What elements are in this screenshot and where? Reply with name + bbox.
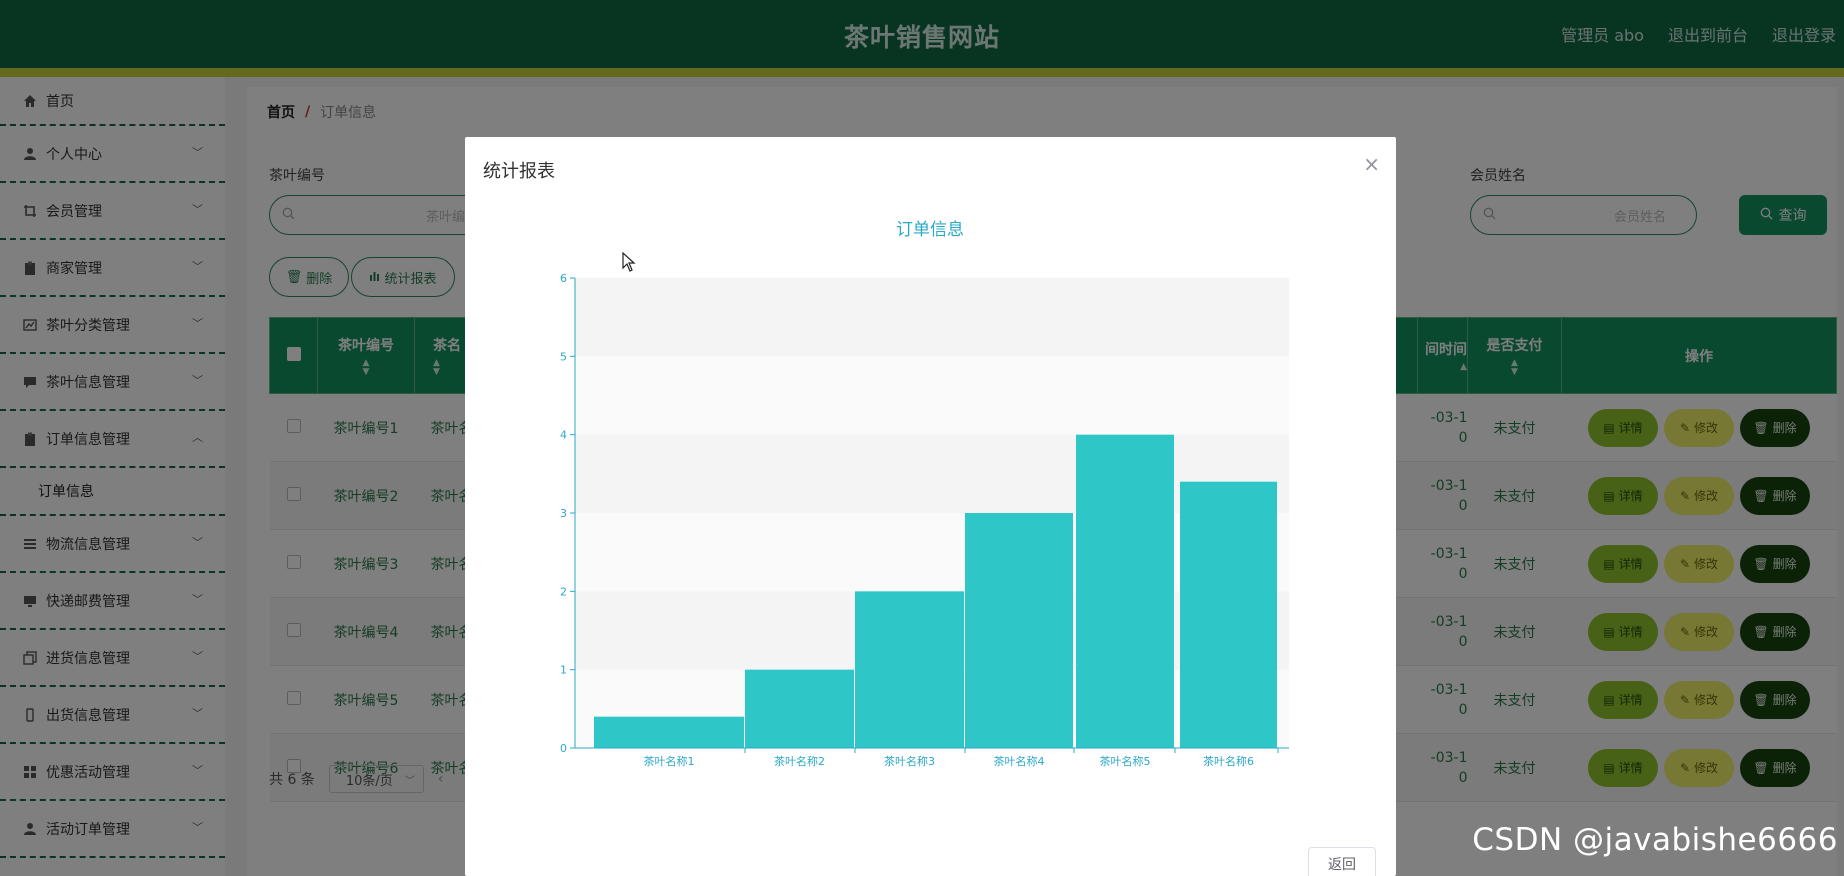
y-tick-label: 3 — [560, 507, 567, 520]
bar — [594, 716, 744, 748]
bar — [965, 513, 1073, 748]
watermark: CSDN @javabishe6666 — [1472, 822, 1838, 858]
x-tick-label: 茶叶名称2 — [774, 754, 825, 768]
grid-band — [575, 356, 1289, 435]
x-tick-label: 茶叶名称4 — [994, 754, 1045, 768]
y-tick-label: 6 — [560, 272, 567, 285]
bar — [745, 669, 854, 748]
x-tick-label: 茶叶名称1 — [644, 754, 695, 768]
bar — [1180, 481, 1277, 748]
grid-band — [575, 278, 1289, 357]
back-button[interactable]: 返回 — [1308, 847, 1376, 876]
y-tick-label: 1 — [560, 664, 567, 677]
x-tick-label: 茶叶名称3 — [884, 754, 935, 768]
bar — [1076, 434, 1174, 748]
x-tick-label: 茶叶名称6 — [1203, 754, 1254, 768]
close-icon[interactable]: × — [1363, 152, 1380, 176]
mouse-cursor-icon — [622, 251, 636, 276]
bar-chart: 订单信息 0 1 2 3 4 5 6 茶叶名称1 茶叶名称2 茶叶名称3 茶叶名称4 茶叶名称5 茶叶名称… — [560, 220, 1289, 768]
bar — [855, 591, 964, 748]
y-tick-label: 2 — [560, 585, 567, 598]
dialog-title: 统计报表 — [483, 161, 555, 182]
y-tick-label: 0 — [560, 742, 567, 755]
x-tick-label: 茶叶名称5 — [1100, 754, 1151, 768]
report-dialog: 统计报表 × 订单信息 0 1 2 3 4 5 6 茶叶名称1 茶叶名称2 茶叶名称3 茶叶名称4 茶叶… — [465, 137, 1396, 876]
chart-title: 订单信息 — [896, 220, 964, 240]
y-tick-label: 4 — [560, 429, 567, 442]
y-tick-label: 5 — [560, 350, 567, 363]
